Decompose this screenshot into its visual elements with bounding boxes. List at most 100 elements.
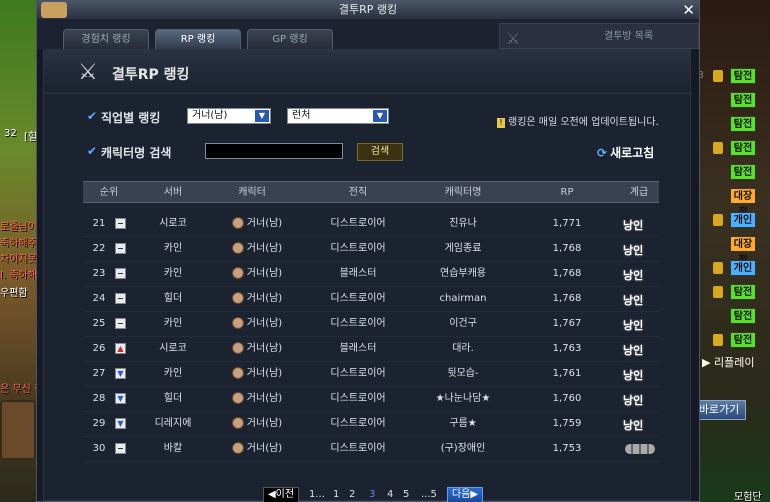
room-tag[interactable]: 탐전 (730, 116, 756, 132)
room-tag[interactable]: 개인 (730, 212, 756, 228)
character-cell: 거너(남) (217, 437, 297, 461)
room-tag[interactable]: 탐전 (730, 332, 756, 348)
col-grade: 계급 (629, 187, 649, 198)
table-row[interactable]: 24 힐더 거너(남) 디스트로이어 chairman 1,768 낭인 (83, 287, 659, 312)
info-icon: ! (497, 118, 505, 128)
rank-change-same-icon (115, 293, 126, 304)
goto-button[interactable]: 바로가기 (692, 400, 746, 420)
prev-page-button[interactable]: ◀이전 (263, 487, 299, 502)
class-cell: 디스트로이어 (330, 443, 386, 454)
page-link-5[interactable]: 5 (403, 489, 409, 500)
treasure-chest-icon (0, 400, 36, 460)
job-text: 거너(남) (246, 443, 283, 454)
tab-rp-ranking[interactable]: RP 랭킹 (155, 29, 241, 49)
character-cell: 거너(남) (217, 312, 297, 336)
character-cell: 거너(남) (217, 362, 297, 386)
rank-change-same-icon (115, 268, 126, 279)
char-name-cell[interactable]: (구)장애인 (413, 437, 513, 461)
job-text: 거너(남) (246, 318, 283, 329)
table-row[interactable]: 23 카인 거너(남) 블래스터 연습부캐용 1,768 낭인 (83, 262, 659, 287)
table-row[interactable]: 28 ▼ 힐더 거너(남) 디스트로이어 ★나눈나담★ 1,760 낭인 (83, 387, 659, 412)
job-text: 거너(남) (246, 293, 283, 304)
table-row[interactable]: 30 바칼 거너(남) 디스트로이어 (구)장애인 1,753 (83, 437, 659, 462)
window-titlebar[interactable]: 결투RP 랭킹 ✕ (37, 1, 699, 19)
table-row[interactable]: 22 카인 거너(남) 디스트로이어 게임종료 1,768 낭인 (83, 237, 659, 262)
job-text: 거너(남) (246, 393, 283, 404)
server-cell: 힐더 (163, 393, 183, 404)
job-select[interactable]: 거너(남) ▼ (187, 108, 271, 124)
character-face-icon (231, 267, 244, 279)
room-tag[interactable]: 대장전 (730, 236, 756, 266)
char-name-cell[interactable]: 뒷모습- (413, 362, 513, 386)
rank-cell: 28 (92, 393, 106, 404)
tab-exp-ranking[interactable]: 경험치 랭킹 (63, 29, 149, 49)
room-tag[interactable]: 대장전 (730, 188, 756, 218)
server-cell: 카인 (163, 318, 183, 329)
room-tag[interactable]: 탐전 (730, 68, 756, 84)
refresh-label: 새로고침 (610, 146, 655, 160)
table-row[interactable]: 26 ▲ 시로코 거너(남) 블래스터 대라. 1,763 낭인 (83, 337, 659, 362)
table-row[interactable]: 27 ▼ 카인 거너(남) 디스트로이어 뒷모습- 1,761 낭인 (83, 362, 659, 387)
next-label: 다음 (451, 489, 471, 500)
job-rank-checkbox[interactable]: ✔ (87, 109, 97, 123)
game-screen: 32 [힐더 로줄님이 E 축하해주 차이지못드 I. 축하해 우편함 은 무신… (0, 0, 770, 502)
server-cell: 시로코 (159, 218, 187, 229)
room-tag[interactable]: 탐전 (730, 140, 756, 156)
sub-class-select[interactable]: 런처 ▼ (287, 108, 389, 124)
col-rp: RP (560, 187, 574, 198)
character-cell: 거너(남) (217, 387, 297, 411)
panel-header: ⚔ 결투RP 랭킹 (44, 50, 690, 94)
ranking-table-header: 순위 서버 캐릭터 전직 캐릭터명 RP 계급 (83, 181, 659, 203)
next-page-button[interactable]: 다음▶ (447, 487, 483, 502)
page-link-3[interactable]: 3 (369, 489, 375, 500)
job-select-value: 거너(남) (192, 110, 228, 121)
character-search-input[interactable] (205, 143, 343, 159)
page-link-2[interactable]: 2 (349, 489, 355, 500)
room-tag[interactable]: 탐전 (730, 308, 756, 324)
tab-duel-room-list[interactable]: ⚔ 결투방 목록 (499, 23, 699, 49)
character-face-icon (231, 317, 244, 329)
job-text: 거너(남) (246, 218, 283, 229)
table-row[interactable]: 29 ▼ 디레지에 거너(남) 디스트로이어 구름★ 1,759 낭인 (83, 412, 659, 437)
char-name-cell[interactable]: 이건구 (413, 312, 513, 336)
character-cell: 거너(남) (217, 412, 297, 436)
tab-gp-ranking[interactable]: GP 랭킹 (247, 29, 333, 49)
first-page-link[interactable]: 1... (309, 489, 325, 500)
page-link-1[interactable]: 1 (333, 489, 339, 500)
last-page-link[interactable]: ...5 (421, 489, 437, 500)
rank-cell: 27 (92, 368, 106, 379)
char-name-cell[interactable]: 진유나 (413, 212, 513, 236)
search-button[interactable]: 검색 (357, 143, 403, 161)
table-row[interactable]: 25 카인 거너(남) 디스트로이어 이건구 1,767 낭인 (83, 312, 659, 337)
rp-cell: 1,760 (552, 393, 582, 404)
server-cell: 디레지에 (154, 418, 192, 429)
room-tag[interactable]: 탐전 (730, 92, 756, 108)
replay-button[interactable]: ▶ 리플레이 (702, 354, 754, 370)
character-face-icon (231, 217, 244, 229)
mailbox-label[interactable]: 우편함 (0, 284, 28, 299)
char-name-cell[interactable]: 연습부캐용 (413, 262, 513, 286)
char-name-cell[interactable]: 구름★ (413, 412, 513, 436)
server-cell: 카인 (163, 243, 183, 254)
room-tag[interactable]: 탐전 (730, 284, 756, 300)
table-row[interactable]: 21 시로코 거너(남) 디스트로이어 진유나 1,771 낭인 (83, 212, 659, 237)
room-tag[interactable]: 개인 (730, 260, 756, 276)
room-tag[interactable]: 탐전 (730, 164, 756, 180)
close-icon[interactable]: ✕ (682, 1, 695, 19)
next-arrow-icon: ▶ (470, 489, 479, 500)
adventure-team-label[interactable]: 모험단 (734, 488, 762, 502)
handshake-icon (41, 2, 67, 18)
char-name-cell[interactable]: 게임종료 (413, 237, 513, 261)
char-search-checkbox[interactable]: ✔ (87, 144, 97, 158)
page-link-4[interactable]: 4 (387, 489, 393, 500)
server-cell: 바칼 (163, 443, 183, 454)
char-name-cell[interactable]: 대라. (413, 337, 513, 361)
refresh-icon: ⟳ (597, 146, 608, 160)
col-character: 캐릭터 (238, 187, 266, 198)
char-name-cell[interactable]: chairman (413, 287, 513, 311)
update-notice: ! 랭킹은 매일 오전에 업데이트됩니다. (497, 113, 659, 128)
prev-label: 이전 (275, 489, 295, 500)
grade-badge: 낭인 (623, 244, 644, 257)
refresh-button[interactable]: ⟳ 새로고침 (597, 144, 654, 161)
char-name-cell[interactable]: ★나눈나담★ (413, 387, 513, 411)
